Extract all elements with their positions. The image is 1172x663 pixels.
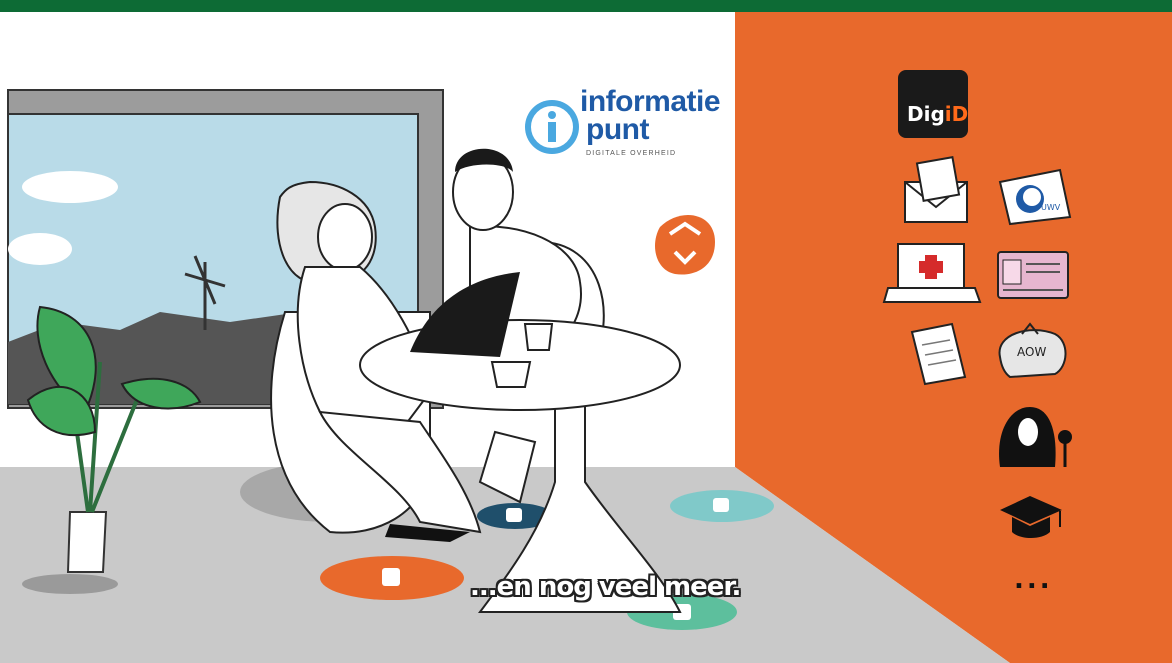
logo-line2: punt — [586, 113, 649, 146]
id-card-icon — [997, 251, 1069, 299]
more-dots-icon: ... — [1014, 565, 1053, 595]
digid-label-part2: iD — [944, 102, 969, 126]
chevrons-badge-icon — [655, 215, 715, 275]
logo-tagline: DIGITALE OVERHEID — [586, 150, 677, 157]
informatiepunt-logo: informatie punt DIGITALE OVERHEID — [580, 85, 721, 158]
logo-line1: informatie — [580, 85, 721, 118]
digid-label-part1: Dig — [907, 102, 945, 126]
uwv-label: UWV — [1041, 203, 1061, 212]
video-frame: informatie punt DIGITALE OVERHEID DigiD … — [0, 0, 1172, 663]
aow-label: AOW — [1017, 345, 1047, 359]
video-subtitle: ...en nog veel meer. — [470, 572, 741, 602]
informatiepunt-logo-icon — [525, 100, 579, 154]
header-bar — [0, 0, 1172, 12]
digid-label: DigiD — [907, 102, 968, 126]
